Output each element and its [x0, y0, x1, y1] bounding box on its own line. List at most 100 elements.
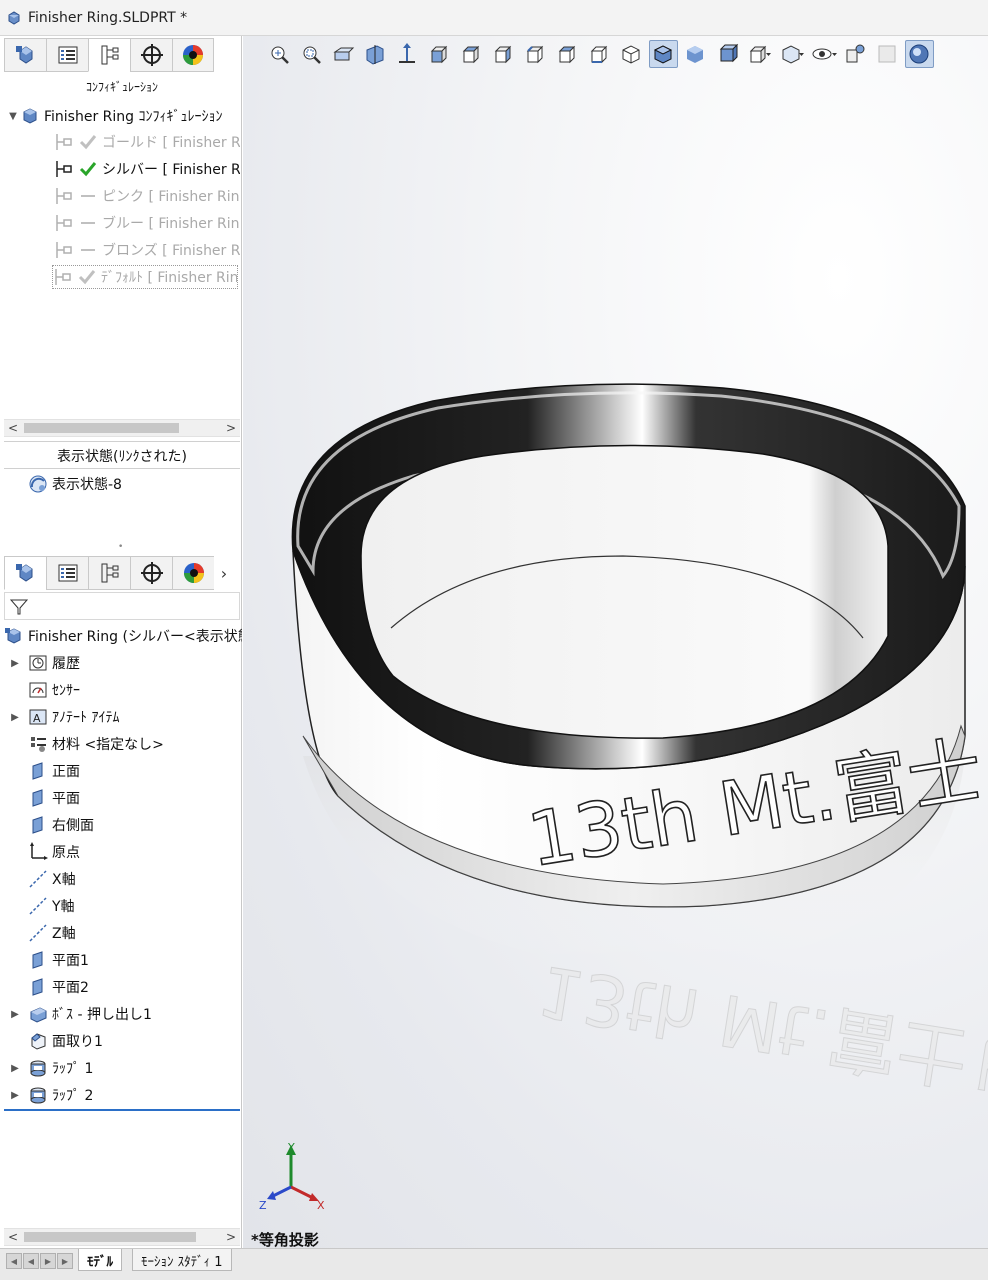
next-tab-icon[interactable]: ▶ [40, 1253, 56, 1269]
expand-arrow-icon[interactable]: ▶ [8, 658, 22, 669]
feature-tree-item[interactable]: 正面 [8, 759, 238, 783]
expand-arrow-icon[interactable]: ▶ [8, 1090, 22, 1101]
feature-tree-item[interactable]: X軸 [8, 867, 238, 891]
dimxpert-tab[interactable] [130, 38, 172, 72]
feature-manager-tab-2[interactable] [4, 556, 46, 590]
display-manager-tab[interactable] [172, 38, 214, 72]
feature-tree-item[interactable]: 平面2 [8, 975, 238, 999]
config-node-icon [54, 213, 74, 233]
feature-hscrollbar[interactable]: < > [4, 1228, 240, 1246]
feature-tree-root[interactable]: Finisher Ring (シルバー<表示状態 [4, 624, 242, 648]
collapse-arrow-icon[interactable]: ▼ [6, 111, 20, 122]
last-tab-icon[interactable]: ▶ [57, 1253, 73, 1269]
axis-icon [28, 923, 48, 943]
plane-icon [28, 977, 48, 997]
expand-arrow-icon[interactable]: ▶ [8, 1009, 22, 1020]
dash-icon [78, 240, 98, 260]
feature-tree-item[interactable]: 平面 [8, 786, 238, 810]
check-icon [78, 132, 98, 152]
part-config-icon [20, 106, 40, 126]
config-root-label: Finisher Ring ｺﾝﾌｨｷﾞｭﾚｰｼｮﾝ [44, 109, 223, 125]
feature-tree-item-label: ﾗｯﾌﾟ 1 [52, 1061, 94, 1077]
config-item[interactable]: ブロンズ [ Finisher Ring [54, 238, 240, 262]
rollback-bar[interactable] [4, 1109, 240, 1111]
dash-icon [78, 186, 98, 206]
chamfer-icon [28, 1031, 48, 1051]
check-icon [77, 267, 97, 287]
scroll-left-icon[interactable]: < [4, 1229, 22, 1245]
left-pane: ｺﾝﾌｨｷﾞｭﾚｰｼｮﾝ ▼ Finisher Ring ｺﾝﾌｨｷﾞｭﾚｰｼｮ… [0, 36, 242, 1248]
feature-tree-item-label: ｾﾝｻｰ [52, 683, 80, 699]
axis-icon [28, 869, 48, 889]
config-root[interactable]: ▼ Finisher Ring ｺﾝﾌｨｷﾞｭﾚｰｼｮﾝ [6, 104, 240, 128]
material-icon [28, 734, 48, 754]
feature-tree-item-label: ﾎﾞｽ - 押し出し1 [52, 1007, 152, 1023]
feature-tree-item[interactable]: 面取り1 [8, 1029, 238, 1053]
config-node-icon [54, 186, 74, 206]
feature-manager-icon [15, 564, 32, 582]
ring-model[interactable]: 13th Mt.富士ヒル 13th Mt.富士ヒル [243, 36, 988, 1248]
feature-tree-item[interactable]: ▶ ﾗｯﾌﾟ 1 [8, 1056, 238, 1080]
feature-tree-item[interactable]: 右側面 [8, 813, 238, 837]
expand-arrow-icon[interactable]: ▶ [8, 1063, 22, 1074]
feature-tree-item[interactable]: Z軸 [8, 921, 238, 945]
feature-tree-item-label: 右側面 [52, 818, 94, 834]
property-manager-tab[interactable] [46, 38, 88, 72]
configuration-manager-tab[interactable] [88, 38, 130, 72]
feature-tree-item[interactable]: ｾﾝｻｰ [8, 678, 238, 702]
display-state-item[interactable]: 表示状態-8 [28, 472, 238, 496]
config-item-label: ブルー [ Finisher Ring [102, 216, 240, 232]
dimxpert-tab-2[interactable] [130, 556, 172, 590]
plane-icon [28, 761, 48, 781]
config-item[interactable]: シルバー [ Finisher Ring [54, 157, 240, 181]
feature-tree-item-label: 面取り1 [52, 1034, 103, 1050]
first-tab-icon[interactable]: ◀ [6, 1253, 22, 1269]
scroll-right-icon[interactable]: > [222, 1229, 240, 1245]
scroll-thumb[interactable] [24, 423, 179, 433]
config-item[interactable]: ﾃﾞﾌｫﾙﾄ [ Finisher Ring [52, 265, 238, 289]
filter-box[interactable] [4, 592, 240, 620]
config-item-label: ピンク [ Finisher Ring [102, 189, 240, 205]
config-item-label: ゴールド [ Finisher Ring [102, 135, 240, 151]
config-section-title: ｺﾝﾌｨｷﾞｭﾚｰｼｮﾝ [85, 80, 158, 94]
feature-tree-item[interactable]: ▶ 履歴 [8, 651, 238, 675]
configuration-manager-icon [101, 45, 118, 65]
tab-model[interactable]: ﾓﾃﾞﾙ [78, 1249, 122, 1271]
plane-icon [28, 788, 48, 808]
configuration-manager-tab-2[interactable] [88, 556, 130, 590]
config-item[interactable]: ブルー [ Finisher Ring [54, 211, 240, 235]
more-tabs-chevron-icon[interactable]: › [214, 556, 234, 590]
feature-tree-item[interactable]: 平面1 [8, 948, 238, 972]
feature-tree-item[interactable]: ▶ A ｱﾉﾃｰﾄ ｱｲﾃﾑ [8, 705, 238, 729]
splitter-grip[interactable]: • [118, 542, 123, 552]
feature-tree-item[interactable]: ▶ ﾗｯﾌﾟ 2 [8, 1083, 238, 1107]
property-manager-tab-2[interactable] [46, 556, 88, 590]
display-state-icon [28, 474, 48, 494]
feature-manager-tab[interactable] [4, 38, 46, 72]
feature-tree-item[interactable]: ▶ ﾎﾞｽ - 押し出し1 [8, 1002, 238, 1026]
wrap-icon [28, 1058, 48, 1078]
tab-motion-study[interactable]: ﾓｰｼｮﾝ ｽﾀﾃﾞｨ 1 [132, 1249, 232, 1271]
config-item-label: シルバー [ Finisher Ring [102, 162, 240, 178]
axis-icon [28, 896, 48, 916]
divider [4, 468, 240, 469]
feature-tree-item[interactable]: 材料 <指定なし> [8, 732, 238, 756]
feature-tree-item[interactable]: 原点 [8, 840, 238, 864]
display-manager-tab-2[interactable] [172, 556, 214, 590]
crosshair-icon [140, 44, 163, 66]
feature-tree-item[interactable]: Y軸 [8, 894, 238, 918]
config-item[interactable]: ピンク [ Finisher Ring [54, 184, 240, 208]
config-hscrollbar[interactable]: < > [4, 419, 240, 437]
ring-inner-wall [360, 444, 889, 739]
config-item[interactable]: ゴールド [ Finisher Ring [54, 130, 240, 154]
display-state-label: 表示状態-8 [52, 477, 122, 493]
expand-arrow-icon[interactable]: ▶ [8, 712, 22, 723]
scroll-thumb[interactable] [24, 1232, 196, 1242]
panel-tabs-bottom: › [4, 556, 234, 590]
scroll-left-icon[interactable]: < [4, 420, 22, 436]
filter-funnel-icon[interactable] [9, 597, 29, 617]
scroll-right-icon[interactable]: > [222, 420, 240, 436]
graphics-area[interactable]: 13th Mt.富士ヒル 13th Mt.富士ヒル Y X Z *等角投影 [243, 36, 988, 1248]
ring-engraving-reflection: 13th Mt.富士ヒル [533, 949, 988, 1120]
prev-tab-icon[interactable]: ◀ [23, 1253, 39, 1269]
